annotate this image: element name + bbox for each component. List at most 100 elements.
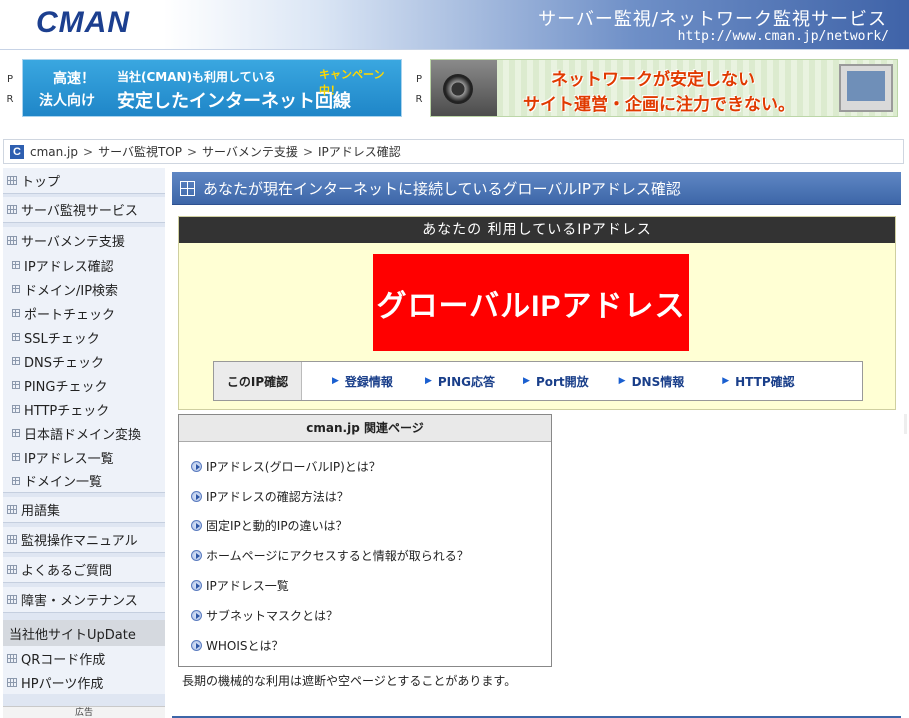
tool-link-http[interactable]: ▶ HTTP確認 xyxy=(722,373,794,390)
sidebar-item-label: 監視操作マニュアル xyxy=(21,534,138,549)
pr-label-p2: P xyxy=(415,74,423,85)
sidebar-sub-label: IPアドレス一覧 xyxy=(24,451,114,467)
sidebar-sub-qr-code[interactable]: QRコード作成 xyxy=(3,646,165,670)
sidebar-sub-hp-parts[interactable]: HPパーツ作成 xyxy=(3,670,165,694)
grid-icon xyxy=(7,205,17,214)
sidebar-sub-ip-check[interactable]: IPアドレス確認 xyxy=(3,253,165,277)
related-link-info-taken[interactable]: ホームページにアクセスすると情報が取られる？ xyxy=(191,547,469,564)
ad2-line1: ネットワークが安定しない xyxy=(551,70,755,90)
tool-link-label: HTTP確認 xyxy=(735,374,795,389)
scroll-edge xyxy=(904,414,907,434)
triangle-right-icon: ▶ xyxy=(618,376,626,386)
ip-tools-bar: このIP確認 ▶ 登録情報 ▶ PING応答 ▶ Port開放 ▶ DNS情報 ▶ HTT… xyxy=(213,361,863,401)
grid-icon xyxy=(7,235,17,245)
arrow-circle-icon xyxy=(191,491,202,502)
tool-link-label: PING応答 xyxy=(437,374,496,389)
related-pages-heading: cman.jp 関連ページ xyxy=(179,415,551,442)
related-link-ip-list[interactable]: IPアドレス一覧 xyxy=(191,577,289,594)
sidebar-sub-http-check[interactable]: HTTPチェック xyxy=(3,397,165,421)
sidebar-item-label: 用語集 xyxy=(21,504,61,519)
page-title-text: あなたが現在インターネットに接続しているグローバルIPアドレス確認 xyxy=(203,179,681,198)
sidebar-sub-port-check[interactable]: ポートチェック xyxy=(3,301,165,325)
related-link-label: WHOISとは？ xyxy=(206,639,284,653)
breadcrumb-separator: > xyxy=(302,144,313,159)
tool-link-whois[interactable]: ▶ 登録情報 xyxy=(332,373,393,390)
tool-link-dns[interactable]: ▶ DNS情報 xyxy=(619,373,685,390)
breadcrumb-item-cman[interactable]: cman.jp xyxy=(30,145,78,159)
arrow-circle-icon xyxy=(191,610,202,621)
sidebar-sub-dns-check[interactable]: DNSチェック xyxy=(3,349,165,373)
related-link-ip-what[interactable]: IPアドレス(グローバルIP)とは？ xyxy=(191,458,381,475)
sidebar-sub-jp-domain[interactable]: 日本語ドメイン変換 xyxy=(3,421,165,445)
ip-tools-label: このIP確認 xyxy=(214,362,302,400)
related-link-ip-howto[interactable]: IPアドレスの確認方法は？ xyxy=(191,488,349,505)
ip-address-panel: あなたの 利用しているIPアドレス グローバルIPアドレス このIP確認 ▶ 登録… xyxy=(178,216,896,410)
triangle-right-icon: ▶ xyxy=(722,376,730,386)
breadcrumb-item-monitor-top[interactable]: サーバ監視TOP xyxy=(98,143,182,160)
ad1-line1: 高速！ xyxy=(53,71,95,87)
related-link-label: 固定IPと動的IPの違いは？ xyxy=(206,519,348,533)
triangle-right-icon: ▶ xyxy=(523,376,530,386)
sidebar-sub-label: SSLチェック xyxy=(24,331,100,347)
ad2-line2: サイト運営・企画に注力できない。 xyxy=(523,95,795,115)
sidebar-sub-label: IPアドレス確認 xyxy=(24,259,114,275)
ad-banner-network[interactable]: ネットワークが安定しない サイト運営・企画に注力できない。 xyxy=(430,59,898,117)
tool-link-ping[interactable]: ▶ PING応答 xyxy=(425,373,495,390)
sidebar-item-monitoring[interactable]: サーバ監視サービス xyxy=(3,197,165,223)
sidebar-item-glossary[interactable]: 用語集 xyxy=(3,497,165,523)
cman-logo[interactable]: CMAN xyxy=(36,6,130,40)
arrow-circle-icon xyxy=(191,580,202,591)
related-pages-panel: cman.jp 関連ページ IPアドレス(グローバルIP)とは？ IPアドレスの… xyxy=(178,414,552,667)
pr-label-r2: R xyxy=(415,94,423,105)
sidebar-item-faq[interactable]: よくあるご質問 xyxy=(3,557,165,583)
cman-c-icon: C xyxy=(10,144,24,159)
tool-link-port[interactable]: ▶ Port開放 xyxy=(523,373,589,390)
ad-banner-internet[interactable]: 高速！ 法人向け 当社(CMAN)も利用している 安定したインターネット回線 キ… xyxy=(22,59,402,117)
sidebar-sub-domain-list[interactable]: ドメイン一覧 xyxy=(3,469,165,493)
grid-icon xyxy=(12,309,20,317)
sidebar-sub-label: 日本語ドメイン変換 xyxy=(24,427,142,443)
related-link-whois[interactable]: WHOISとは？ xyxy=(191,637,284,654)
tool-link-label: 登録情報 xyxy=(344,374,393,389)
sidebar-sub-ip-list[interactable]: IPアドレス一覧 xyxy=(3,445,165,469)
sidebar-sub-domain-ip-search[interactable]: ドメイン/IP検索 xyxy=(3,277,165,301)
grid-icon xyxy=(7,535,17,544)
triangle-right-icon: ▶ xyxy=(424,376,432,386)
sidebar-item-label: トップ xyxy=(21,175,61,190)
sidebar-sub-ping-check[interactable]: PINGチェック xyxy=(3,373,165,397)
sidebar-sub-label: ポートチェック xyxy=(24,307,116,323)
grid-icon xyxy=(12,453,20,461)
breadcrumb-separator: > xyxy=(83,144,94,159)
sidebar-sub-label: ドメイン/IP検索 xyxy=(24,283,119,299)
sidebar-item-label: よくあるご質問 xyxy=(21,564,113,579)
ad1-main-large: 安定したインターネット回線 xyxy=(117,91,351,112)
sidebar-sub-label: HTTPチェック xyxy=(24,403,110,419)
tool-link-label: Port開放 xyxy=(535,374,589,389)
grid-icon xyxy=(12,476,20,485)
breadcrumb-separator: > xyxy=(186,144,198,159)
sidebar-item-maintenance[interactable]: サーバメンテ支援 xyxy=(3,227,165,253)
sidebar-item-manual[interactable]: 監視操作マニュアル xyxy=(3,527,165,553)
arrow-circle-icon xyxy=(191,640,202,651)
related-link-label: IPアドレス(グローバルIP)とは？ xyxy=(206,460,381,474)
sidebar-sub-label: DNSチェック xyxy=(24,355,104,371)
sidebar-item-label: サーバメンテ支援 xyxy=(21,234,125,250)
sidebar-sub-ssl-check[interactable]: SSLチェック xyxy=(3,325,165,349)
grid-icon xyxy=(12,381,20,389)
related-link-label: IPアドレス一覧 xyxy=(206,579,289,593)
sidebar-item-incidents[interactable]: 障害・メンテナンス xyxy=(3,587,165,613)
sidebar-sub-label: PINGチェック xyxy=(24,379,108,395)
grid-icon xyxy=(12,429,20,437)
breadcrumb-item-maintenance[interactable]: サーバメンテ支援 xyxy=(202,143,298,160)
sidebar-item-top[interactable]: トップ xyxy=(3,168,165,194)
grid-icon xyxy=(12,261,20,269)
related-link-label: ホームページにアクセスすると情報が取られる？ xyxy=(206,549,469,563)
grid-plus-icon xyxy=(180,180,195,196)
breadcrumb-item-current: IPアドレス確認 xyxy=(318,145,401,159)
related-link-static-dynamic[interactable]: 固定IPと動的IPの違いは？ xyxy=(191,517,348,534)
ad1-line2: 法人向け xyxy=(39,93,95,109)
pr-label-p: P xyxy=(6,74,14,85)
related-link-subnet[interactable]: サブネットマスクとは？ xyxy=(191,607,338,624)
page-title: あなたが現在インターネットに接続しているグローバルIPアドレス確認 xyxy=(172,172,901,205)
ip-panel-heading: あなたの 利用しているIPアドレス xyxy=(179,217,895,243)
